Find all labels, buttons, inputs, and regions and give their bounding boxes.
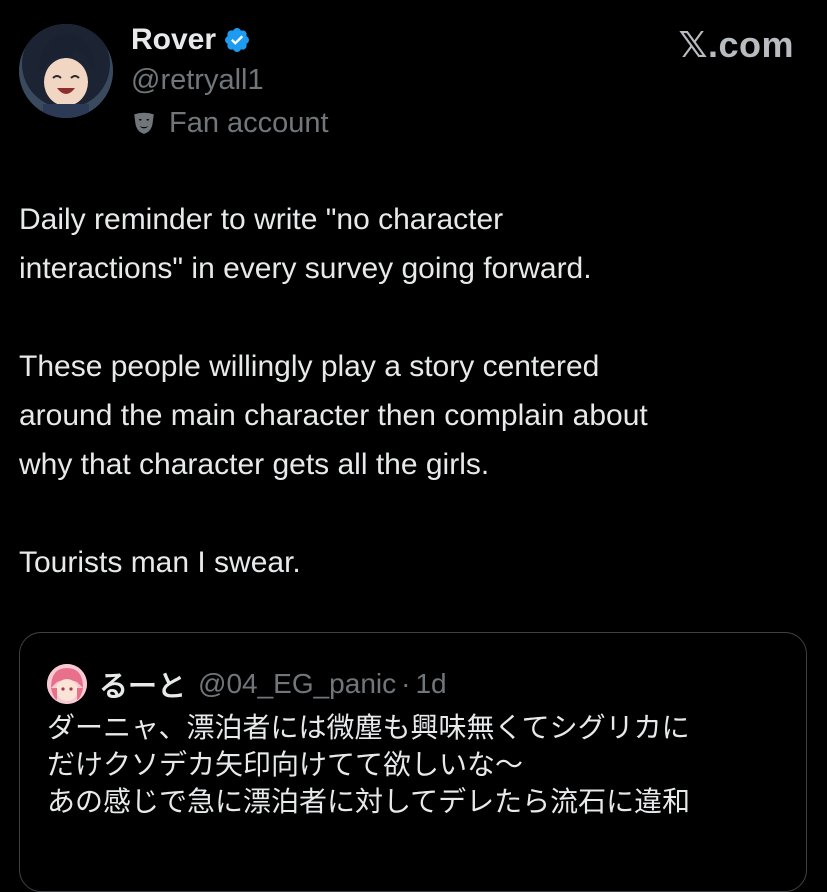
quoted-text-line: だけクソデカ矢印向けてて欲しいな～ <box>47 748 524 781</box>
author-name-text: Rover <box>131 23 217 56</box>
quoted-tweet-card[interactable]: るーと @04_EG_panic · 1d ダーニャ、漂泊者には微塵も興味無くて… <box>19 632 807 892</box>
quoted-tweet-header: るーと @04_EG_panic · 1d <box>47 663 447 705</box>
tweet-paragraph: Tourists man I swear. <box>19 546 301 579</box>
quoted-text-line: ダーニャ、漂泊者には微塵も興味無くてシグリカに <box>47 711 690 744</box>
tweet-paragraph: These people willingly play a story cent… <box>19 350 648 481</box>
separator-dot: · <box>401 668 411 699</box>
anime-avatar-icon <box>19 24 113 118</box>
theater-mask-icon <box>134 112 154 134</box>
tweet-text: Daily reminder to write "no character in… <box>19 195 809 636</box>
quoted-author-name[interactable]: るーと <box>99 663 186 705</box>
verified-badge-icon <box>225 28 250 52</box>
quoted-text-line: あの感じで急に漂泊者に対してデレたら流石に違和 <box>47 785 691 818</box>
x-com-watermark: 𝕏.com <box>678 24 794 65</box>
quoted-tweet-text: ダーニャ、漂泊者には微塵も興味無くてシグリカに だけクソデカ矢印向けてて欲しいな… <box>47 709 797 820</box>
author-avatar[interactable] <box>19 24 113 118</box>
quoted-author-avatar[interactable] <box>47 664 87 704</box>
author-handle[interactable]: @retryall1 <box>131 62 264 98</box>
tweet-paragraph: Daily reminder to write "no character in… <box>19 203 592 285</box>
fan-account-label: Fan account <box>131 105 329 141</box>
pink-hair-avatar-icon <box>47 664 87 704</box>
author-display-name[interactable]: Rover <box>131 22 251 58</box>
quoted-author-handle[interactable]: @04_EG_panic <box>198 668 396 700</box>
quoted-tweet-timestamp[interactable]: 1d <box>415 668 446 700</box>
account-label-text: Fan account <box>169 107 329 139</box>
